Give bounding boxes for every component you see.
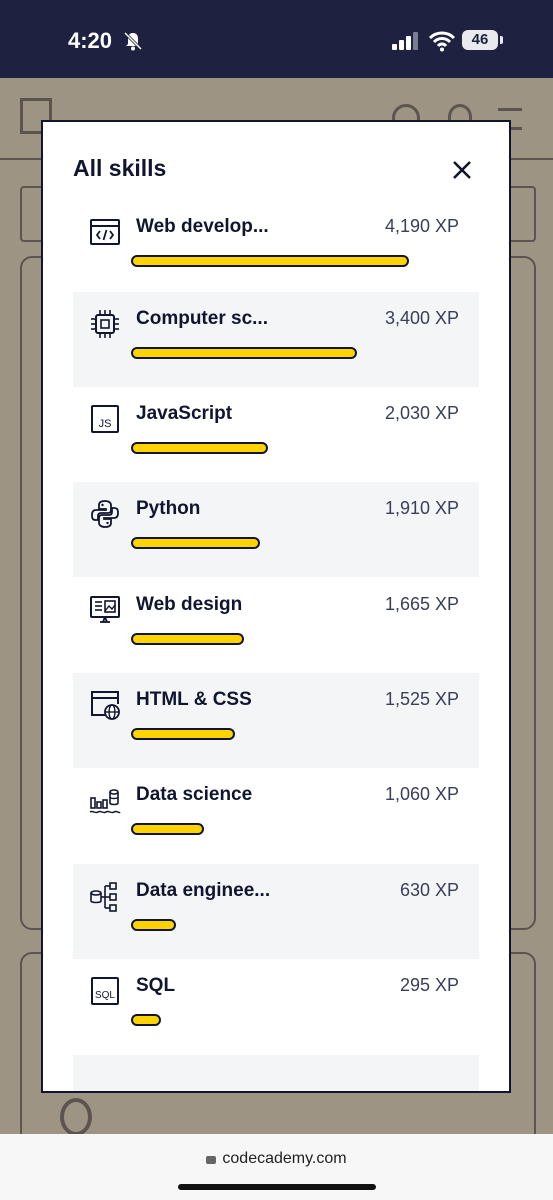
- web-design-icon: [90, 596, 120, 623]
- js-icon: JS: [91, 405, 119, 433]
- browser-address-bar[interactable]: codecademy.com: [0, 1134, 553, 1200]
- data-engineering-icon: [90, 882, 117, 912]
- xp-bar: [131, 728, 235, 740]
- home-indicator[interactable]: [178, 1184, 376, 1190]
- skill-name: Web design: [136, 594, 243, 615]
- skill-name: Data enginee...: [136, 880, 271, 901]
- battery-indicator: 46: [462, 30, 498, 50]
- battery-tip: [500, 36, 503, 44]
- status-bar: 4:20 46: [0, 0, 553, 78]
- xp-bar: [131, 537, 260, 549]
- cellular-signal-icon: [392, 32, 418, 50]
- html-globe-icon: [91, 691, 120, 720]
- chip-icon: [91, 310, 119, 338]
- svg-text:SQL: SQL: [95, 990, 115, 1001]
- skill-xp: 1,910 XP: [384, 498, 459, 518]
- skill-name: Python: [136, 498, 201, 519]
- silent-bell-icon: [123, 31, 143, 51]
- xp-bar: [131, 347, 357, 359]
- skill-row-html-css[interactable]: HTML & CSS 1,525 XP: [73, 673, 479, 768]
- skill-name: JavaScript: [136, 403, 233, 424]
- lock-icon: [206, 1156, 217, 1164]
- all-skills-modal: All skills Web develop... 4,190 XP Compu…: [41, 120, 511, 1093]
- skill-row-javascript[interactable]: JS JavaScript 2,030 XP: [73, 387, 479, 482]
- skill-row-python[interactable]: Python 1,910 XP: [73, 482, 479, 577]
- skill-name: HTML & CSS: [136, 689, 252, 710]
- svg-text:JS: JS: [99, 418, 112, 430]
- skill-row-data-engineering[interactable]: Data enginee... 630 XP: [73, 864, 479, 959]
- python-icon: [91, 500, 119, 528]
- skill-row-data-science[interactable]: Data science 1,060 XP: [73, 768, 479, 863]
- skill-name: SQL: [136, 975, 176, 996]
- xp-bar: [131, 633, 244, 645]
- skill-xp: 1,665 XP: [384, 594, 459, 614]
- skill-row-web-development[interactable]: Web develop... 4,190 XP: [73, 200, 479, 295]
- code-window-icon: [90, 219, 120, 245]
- modal-title: All skills: [73, 155, 167, 181]
- url-text: codecademy.com: [222, 1150, 347, 1167]
- skill-xp: 1,060 XP: [384, 784, 459, 804]
- xp-bar: [131, 255, 409, 267]
- skill-xp: 4,190 XP: [384, 216, 459, 236]
- status-time: 4:20: [68, 28, 113, 53]
- xp-bar: [131, 823, 204, 835]
- skill-xp: 295 XP: [399, 975, 459, 995]
- skill-xp: 3,400 XP: [384, 308, 459, 328]
- xp-bar: [131, 919, 176, 931]
- skill-row-computer-science[interactable]: Computer sc... 3,400 XP: [73, 292, 479, 387]
- skill-name: Data science: [136, 784, 253, 805]
- list-item: [73, 1055, 479, 1091]
- xp-bar: [131, 1014, 161, 1026]
- xp-bar: [131, 442, 268, 454]
- skill-xp: 1,525 XP: [384, 689, 459, 709]
- skill-name: Computer sc...: [136, 308, 268, 329]
- skill-xp: 630 XP: [399, 880, 459, 900]
- url-display[interactable]: codecademy.com: [0, 1150, 553, 1168]
- skill-name: Web develop...: [136, 216, 269, 237]
- close-icon[interactable]: [448, 156, 476, 184]
- skill-row-sql[interactable]: SQL SQL 295 XP: [73, 959, 479, 1054]
- sql-icon: SQL: [91, 977, 119, 1005]
- skill-xp: 2,030 XP: [384, 403, 459, 423]
- skill-row-web-design[interactable]: Web design 1,665 XP: [73, 578, 479, 673]
- data-science-icon: [89, 789, 121, 814]
- wifi-icon: [428, 31, 456, 52]
